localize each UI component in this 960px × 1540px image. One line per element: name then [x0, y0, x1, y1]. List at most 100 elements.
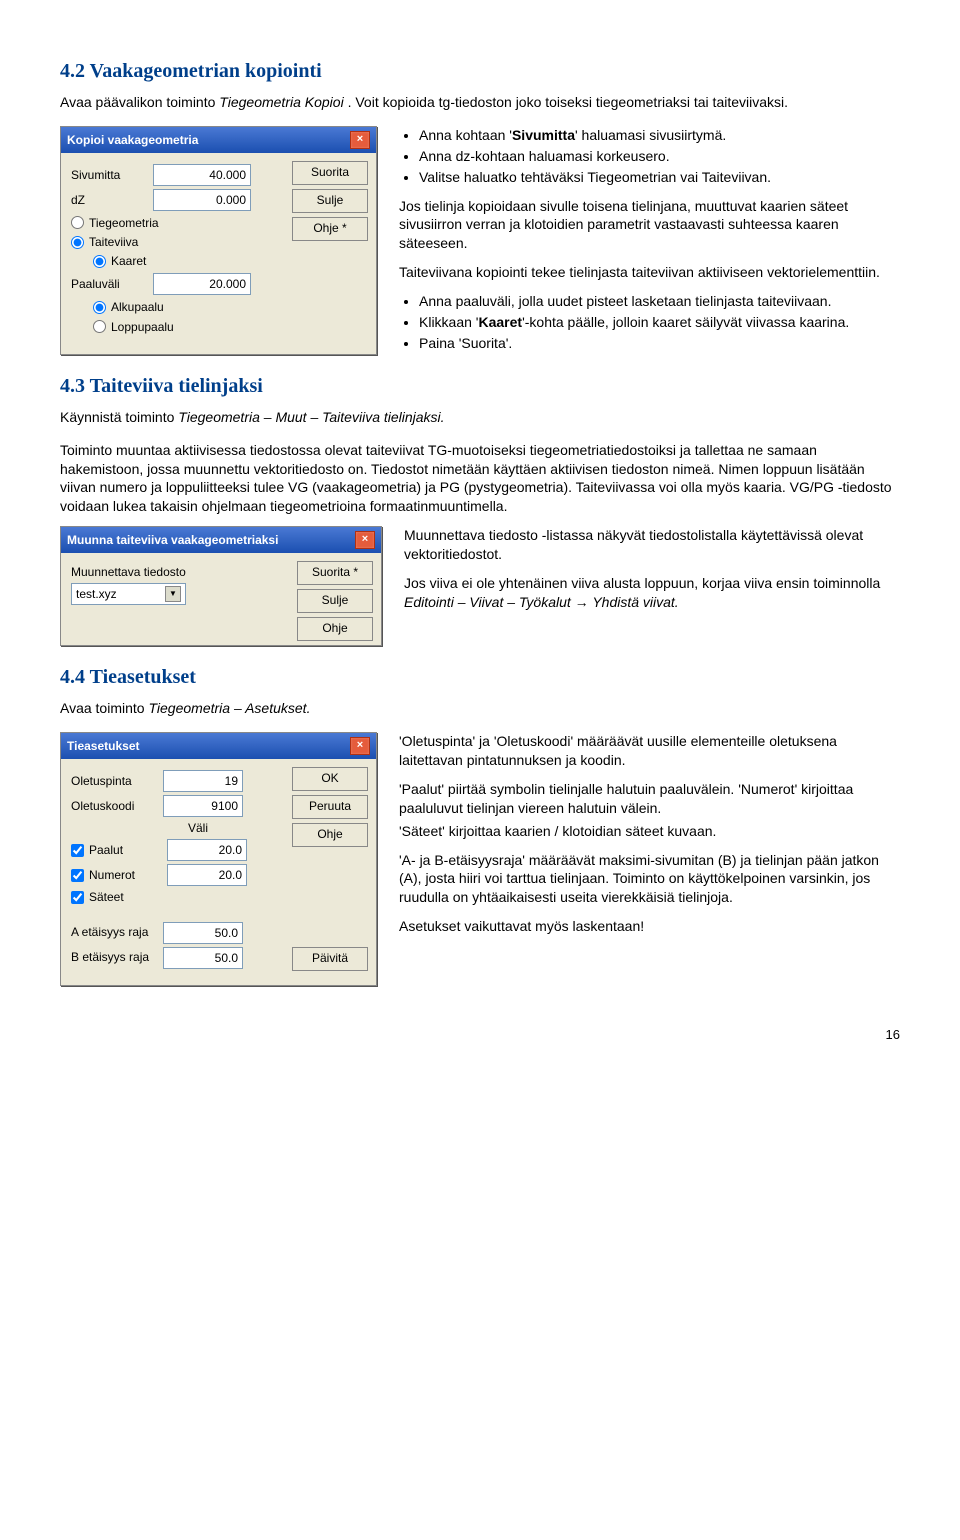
para-43-2-a: Jos viiva ei ole yhtenäinen viiva alusta… — [404, 575, 880, 591]
bullet-42-1: Anna kohtaan 'Sivumitta' haluamasi sivus… — [419, 126, 900, 145]
dialog3-title-text: Tieasetukset — [67, 738, 140, 754]
paivita-button[interactable]: Päivitä — [292, 947, 368, 971]
para-44-2: 'Paalut' piirtää symbolin tielinjalle ha… — [399, 780, 900, 818]
intro-4-4-a: Avaa toiminto — [60, 700, 148, 716]
text-block-4-4: 'Oletuspinta' ja 'Oletuskoodi' määräävät… — [399, 732, 900, 986]
ohje-button[interactable]: Ohje — [297, 617, 373, 641]
input-oletuskoodi[interactable] — [163, 795, 243, 817]
intro-4-2-a: Avaa päävalikon toiminto — [60, 94, 219, 110]
close-icon[interactable]: × — [350, 737, 370, 755]
label-a-etaisyys-raja: A etäisyys raja — [71, 924, 163, 940]
label-numerot: Numerot — [89, 867, 167, 883]
body-4-3: Toiminto muuntaa aktiivisessa tiedostoss… — [60, 441, 900, 517]
input-paaluvali[interactable] — [153, 273, 251, 295]
bullet-42-1-b: Sivumitta — [512, 127, 575, 143]
intro-4-3: Käynnistä toiminto Tiegeometria – Muut –… — [60, 408, 900, 427]
label-kaaret: Kaaret — [111, 253, 146, 269]
label-oletuspinta: Oletuspinta — [71, 773, 163, 789]
close-icon[interactable]: × — [350, 131, 370, 149]
bullet-42-3: Valitse haluatko tehtäväksi Tiegeometria… — [419, 168, 900, 187]
label-sateet: Säteet — [89, 889, 167, 905]
sulje-button[interactable]: Sulje — [292, 189, 368, 213]
label-sivumitta: Sivumitta — [71, 167, 153, 183]
intro-4-2: Avaa päävalikon toiminto Tiegeometria Ko… — [60, 93, 900, 112]
dialog-kopioi-vaakageometria: Kopioi vaakageometria × Suorita Sulje Oh… — [60, 126, 377, 355]
radio-loppupaalu[interactable] — [93, 320, 106, 333]
label-tiegeometria: Tiegeometria — [89, 215, 159, 231]
peruuta-button[interactable]: Peruuta — [292, 795, 368, 819]
input-dz[interactable] — [153, 189, 251, 211]
bullet-42-5-b: Kaaret — [478, 314, 522, 330]
bullet-42-6: Paina 'Suorita'. — [419, 334, 900, 353]
bullet-42-5-c: '-kohta päälle, jolloin kaaret säilyvät … — [522, 314, 849, 330]
dialog-muunna-taiteviiva: Muunna taiteviiva vaakageometriaksi × Su… — [60, 526, 382, 646]
bullet-42-4: Anna paaluväli, jolla uudet pisteet lask… — [419, 292, 900, 311]
dialog1-titlebar: Kopioi vaakageometria × — [61, 127, 376, 153]
page-number: 16 — [60, 1026, 900, 1044]
label-muunnettava-tiedosto: Muunnettava tiedosto — [71, 564, 186, 580]
text-block-4-2: Anna kohtaan 'Sivumitta' haluamasi sivus… — [399, 126, 900, 355]
sulje-button[interactable]: Sulje — [297, 589, 373, 613]
label-paalut: Paalut — [89, 842, 167, 858]
intro-4-2-b: Tiegeometria Kopioi — [219, 94, 343, 110]
intro-4-3-a: Käynnistä toiminto — [60, 409, 178, 425]
dialog2-title-text: Muunna taiteviiva vaakageometriaksi — [67, 532, 278, 548]
input-oletuspinta[interactable] — [163, 770, 243, 792]
bullet-42-1-a: Anna kohtaan ' — [419, 127, 512, 143]
select-value: test.xyz — [76, 586, 117, 602]
label-alkupaalu: Alkupaalu — [111, 299, 164, 315]
suorita-button[interactable]: Suorita * — [297, 561, 373, 585]
radio-taiteviiva[interactable] — [71, 236, 84, 249]
para-43-2: Jos viiva ei ole yhtenäinen viiva alusta… — [404, 574, 900, 612]
label-b-etaisyys-raja: B etäisyys raja — [71, 949, 163, 965]
bullet-42-5: Klikkaan 'Kaaret'-kohta päälle, jolloin … — [419, 313, 900, 332]
heading-4-4: 4.4 Tieasetukset — [60, 664, 900, 691]
radio-tiegeometria[interactable] — [71, 216, 84, 229]
input-paalut[interactable] — [167, 839, 247, 861]
para-44-2b: 'Säteet' kirjoittaa kaarien / klotoidian… — [399, 822, 900, 841]
close-icon[interactable]: × — [355, 531, 375, 549]
intro-4-3-b: Tiegeometria – Muut – Taiteviiva tielinj… — [178, 409, 444, 425]
para-43-2-b: Editointi – Viivat – Työkalut → Yhdistä … — [404, 594, 679, 610]
para-44-4: Asetukset vaikuttavat myös laskentaan! — [399, 917, 900, 936]
label-oletuskoodi: Oletuskoodi — [71, 798, 163, 814]
ohje-button[interactable]: Ohje — [292, 823, 368, 847]
input-b-etaisyys-raja[interactable] — [163, 947, 243, 969]
intro-4-4: Avaa toiminto Tiegeometria – Asetukset. — [60, 699, 900, 718]
suorita-button[interactable]: Suorita — [292, 161, 368, 185]
bullet-42-1-c: ' haluamasi sivusiirtymä. — [575, 127, 726, 143]
intro-4-4-b: Tiegeometria – Asetukset. — [148, 700, 310, 716]
label-vali: Väli — [163, 820, 233, 836]
para-44-1: 'Oletuspinta' ja 'Oletuskoodi' määräävät… — [399, 732, 900, 770]
radio-kaaret[interactable] — [93, 255, 106, 268]
radio-alkupaalu[interactable] — [93, 301, 106, 314]
para-42-2: Taiteviivana kopiointi tekee tielinjasta… — [399, 263, 900, 282]
para-43-1: Muunnettava tiedosto -listassa näkyvät t… — [404, 526, 900, 564]
select-muunnettava-tiedosto[interactable]: test.xyz ▼ — [71, 583, 186, 605]
label-taiteviiva: Taiteviiva — [89, 234, 138, 250]
text-block-4-3: Muunnettava tiedosto -listassa näkyvät t… — [404, 526, 900, 646]
para-42-1: Jos tielinja kopioidaan sivulle toisena … — [399, 197, 900, 254]
ok-button[interactable]: OK — [292, 767, 368, 791]
checkbox-sateet[interactable] — [71, 891, 84, 904]
dialog1-title-text: Kopioi vaakageometria — [67, 132, 198, 148]
heading-4-2: 4.2 Vaakageometrian kopiointi — [60, 58, 900, 85]
bullet-42-5-a: Klikkaan ' — [419, 314, 478, 330]
dialog-tieasetukset: Tieasetukset × OK Peruuta Ohje Päivitä O… — [60, 732, 377, 986]
para-44-3: 'A- ja B-etäisyysraja' määräävät maksimi… — [399, 851, 900, 908]
input-numerot[interactable] — [167, 864, 247, 886]
label-paaluvali: Paaluväli — [71, 276, 153, 292]
checkbox-paalut[interactable] — [71, 844, 84, 857]
label-dz: dZ — [71, 192, 153, 208]
dialog2-titlebar: Muunna taiteviiva vaakageometriaksi × — [61, 527, 381, 553]
label-loppupaalu: Loppupaalu — [111, 319, 174, 335]
input-a-etaisyys-raja[interactable] — [163, 922, 243, 944]
chevron-down-icon: ▼ — [165, 586, 181, 602]
intro-4-2-c: . Voit kopioida tg-tiedoston joko toisek… — [348, 94, 788, 110]
bullet-42-2: Anna dz-kohtaan haluamasi korkeusero. — [419, 147, 900, 166]
checkbox-numerot[interactable] — [71, 869, 84, 882]
dialog3-titlebar: Tieasetukset × — [61, 733, 376, 759]
heading-4-3: 4.3 Taiteviiva tielinjaksi — [60, 373, 900, 400]
ohje-button[interactable]: Ohje * — [292, 217, 368, 241]
input-sivumitta[interactable] — [153, 164, 251, 186]
